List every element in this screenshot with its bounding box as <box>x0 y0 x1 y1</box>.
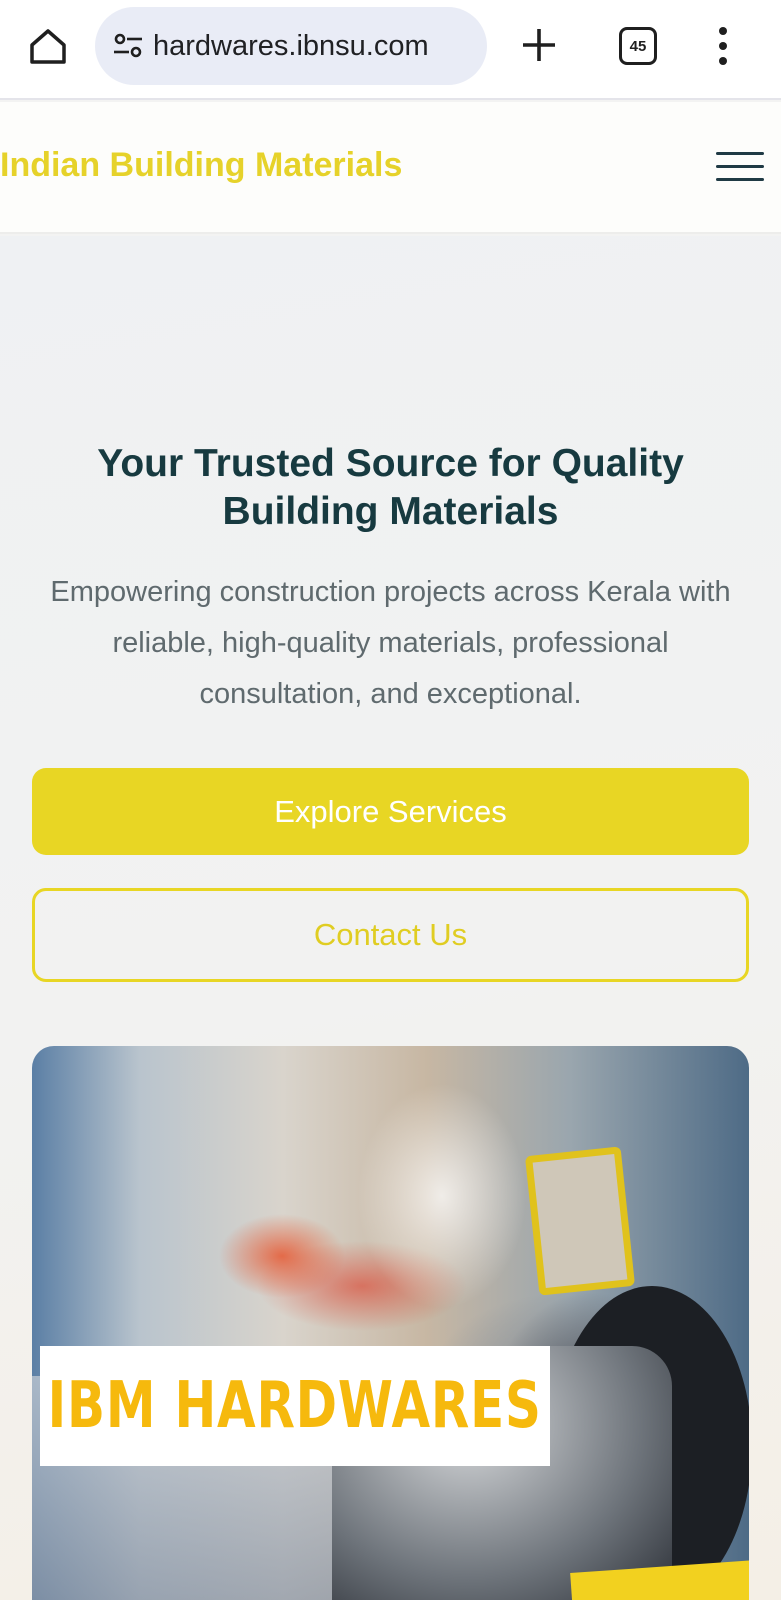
image-banner: IBM HARDWARES <box>40 1346 550 1466</box>
contact-us-button[interactable]: Contact Us <box>32 888 749 982</box>
hero-subtext: Empowering construction projects across … <box>50 576 731 710</box>
explore-services-button[interactable]: Explore Services <box>32 768 749 855</box>
address-bar[interactable]: hardwares.ibnsu.com <box>95 7 487 85</box>
new-tab-icon[interactable] <box>519 25 559 65</box>
site-header: Indian Building Materials <box>0 102 781 234</box>
home-icon[interactable] <box>26 24 70 68</box>
tab-switcher-icon[interactable]: 45 <box>619 27 657 65</box>
browser-toolbar: hardwares.ibnsu.com 45 <box>0 0 781 100</box>
tab-count: 45 <box>629 37 647 55</box>
url-text[interactable]: hardwares.ibnsu.com <box>153 30 465 63</box>
site-settings-icon[interactable] <box>111 29 145 63</box>
site-logo[interactable]: Indian Building Materials <box>0 146 402 185</box>
hero-section: Your Trusted Source for Quality Building… <box>0 236 781 1600</box>
hero-image: IBM HARDWARES <box>32 1046 749 1600</box>
image-banner-text: IBM HARDWARES <box>47 1369 543 1443</box>
hero-headline: Your Trusted Source for Quality Building… <box>97 442 684 533</box>
hamburger-menu-icon[interactable] <box>716 152 766 184</box>
more-options-icon[interactable] <box>716 26 730 66</box>
